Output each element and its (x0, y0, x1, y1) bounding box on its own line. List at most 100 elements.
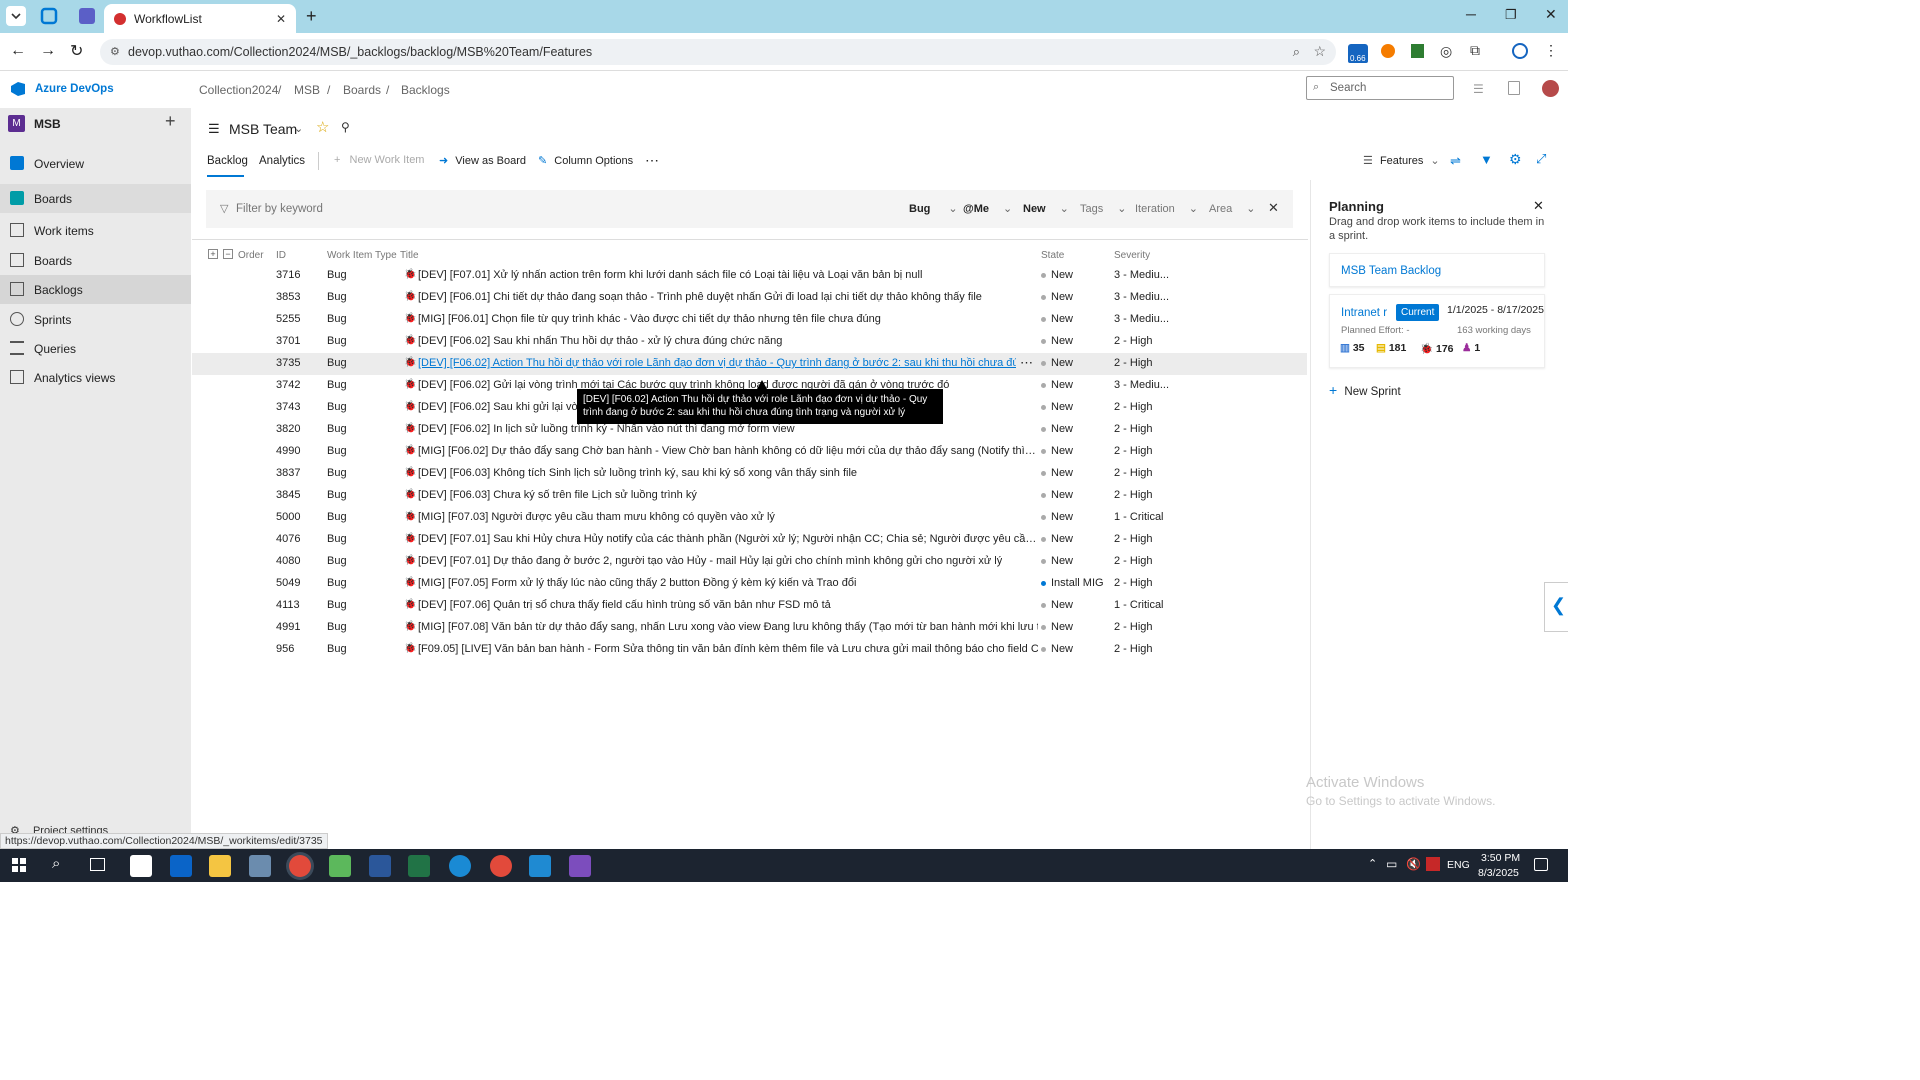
table-row[interactable]: 3845 Bug 🐞 [DEV] [F06.03] Chưa ký số trê… (192, 485, 1307, 507)
row-title[interactable]: [MIG] [F07.03] Người được yêu cầu tham m… (418, 511, 775, 523)
table-row-hovered[interactable]: 3735 Bug 🐞 [DEV] [F06.02] Action Thu hồi… (192, 353, 1307, 375)
nav-sprints[interactable]: Sprints (0, 305, 191, 334)
row-title[interactable]: [MIG] [F06.02] Dự thảo đẩy sang Chờ ban … (418, 445, 1038, 457)
add-icon[interactable]: + (165, 111, 176, 132)
forward-button[interactable]: → (40, 42, 56, 60)
breadcrumb-project[interactable]: MSB (294, 83, 320, 97)
column-header-order[interactable]: Order (238, 250, 264, 261)
filter-keyword-input[interactable] (236, 200, 536, 218)
notepad-app-icon[interactable] (329, 855, 351, 877)
view-options-icon[interactable]: ⇌ (1450, 153, 1461, 169)
column-header-type[interactable]: Work Item Type (327, 250, 397, 261)
chrome-app-icon[interactable] (289, 855, 311, 877)
table-row[interactable]: 4113 Bug 🐞 [DEV] [F07.06] Quản trị sổ ch… (192, 595, 1307, 617)
table-row[interactable]: 4076 Bug 🐞 [DEV] [F07.01] Sau khi Hủy ch… (192, 529, 1307, 551)
table-row[interactable]: 3716 Bug 🐞 [DEV] [F07.01] Xử lý nhấn act… (192, 265, 1307, 287)
bookmark-star-icon[interactable]: ☆ (1313, 43, 1326, 60)
backlog-link[interactable]: MSB Team Backlog (1341, 265, 1441, 277)
column-header-severity[interactable]: Severity (1114, 250, 1150, 261)
azure-devops-logo-icon[interactable] (10, 81, 26, 97)
close-tab-icon[interactable]: ✕ (276, 12, 286, 26)
clock-date[interactable]: 8/3/2025 (1478, 867, 1519, 879)
chrome-app-icon[interactable] (490, 855, 512, 877)
reload-button[interactable]: ↻ (70, 41, 83, 61)
word-app-icon[interactable] (369, 855, 391, 877)
backlog-card[interactable]: MSB Team Backlog (1329, 253, 1545, 287)
column-header-state[interactable]: State (1041, 250, 1064, 261)
zalo-app-icon[interactable] (449, 855, 471, 877)
row-title[interactable]: [F09.05] [LIVE] Văn bản ban hành - Form … (418, 643, 1038, 655)
new-sprint-button[interactable]: + New Sprint (1329, 382, 1401, 398)
search-box[interactable]: ⌕ Search (1306, 76, 1454, 100)
column-header-title[interactable]: Title (400, 250, 419, 261)
nav-queries[interactable]: Queries (0, 334, 191, 363)
breadcrumb-boards[interactable]: Boards (343, 83, 381, 97)
browser-menu-icon[interactable]: ⋮ (1544, 42, 1558, 59)
table-row[interactable]: 3837 Bug 🐞 [DEV] [F06.03] Không tích Sin… (192, 463, 1307, 485)
table-row[interactable]: 5049 Bug 🐞 [MIG] [F07.05] Form xử lý thấ… (192, 573, 1307, 595)
table-row[interactable]: 4990 Bug 🐞 [MIG] [F06.02] Dự thảo đẩy sa… (192, 441, 1307, 463)
pinned-tab-devops[interactable] (40, 7, 58, 25)
tab-workflowlist[interactable]: WorkflowList ✕ (104, 4, 296, 33)
brand-name[interactable]: Azure DevOps (35, 83, 114, 95)
row-title[interactable]: [DEV] [F06.02] Sau khi nhấn Thu hồi dự t… (418, 335, 782, 347)
more-actions-icon[interactable]: ⋯ (645, 152, 659, 169)
address-bar[interactable]: ⚙ devop.vuthao.com/Collection2024/MSB/_b… (100, 39, 1336, 65)
filter-pill-area[interactable]: Area ⌄ (1209, 202, 1255, 215)
nav-backlogs[interactable]: Backlogs (0, 275, 191, 304)
table-row[interactable]: 4080 Bug 🐞 [DEV] [F07.01] Dự thảo đang ở… (192, 551, 1307, 573)
start-windows-icon[interactable] (12, 858, 26, 872)
table-row[interactable]: 3701 Bug 🐞 [DEV] [F06.02] Sau khi nhấn T… (192, 331, 1307, 353)
side-expand-tab[interactable]: ❮ (1544, 582, 1568, 632)
pinned-tab-teams[interactable] (79, 8, 95, 24)
team-members-icon[interactable]: ⚲ (341, 120, 350, 134)
profile-icon[interactable] (1512, 43, 1528, 59)
tab-analytics[interactable]: Analytics (259, 155, 305, 167)
clock-time[interactable]: 3:50 PM (1481, 852, 1520, 864)
close-panel-icon[interactable]: ✕ (1533, 198, 1544, 214)
favorite-star-icon[interactable]: ☆ (316, 118, 329, 136)
backlog-level-picker[interactable]: ☰ Features ⌄ (1363, 154, 1440, 167)
row-title[interactable]: [DEV] [F07.01] Sau khi Hủy chưa Hủy noti… (418, 533, 1038, 545)
tray-overflow-icon[interactable]: ⌃ (1368, 857, 1377, 870)
row-more-actions-icon[interactable]: ⋯ (1020, 355, 1033, 371)
new-work-item-button[interactable]: + New Work Item (334, 154, 424, 166)
row-title[interactable]: [DEV] [F07.01] Dự thảo đang ở bước 2, ng… (418, 555, 1002, 567)
row-title[interactable]: [DEV] [F07.06] Quản trị sổ chưa thấy fie… (418, 599, 831, 611)
row-title[interactable]: [MIG] [F07.05] Form xử lý thấy lúc nào c… (418, 577, 856, 589)
tab-search-button[interactable] (6, 6, 26, 26)
outlook-app-icon[interactable] (170, 855, 192, 877)
marketplace-bag-icon[interactable] (1508, 81, 1520, 95)
row-title[interactable]: [DEV] [F06.02] In lịch sử luồng trình ký… (418, 423, 795, 435)
breadcrumb-collection[interactable]: Collection2024 (199, 83, 278, 97)
filter-icon[interactable]: ▼ (1480, 152, 1493, 167)
nav-work-items[interactable]: Work items (0, 216, 191, 245)
team-name[interactable]: MSB Team (229, 121, 297, 137)
table-row[interactable]: 4991 Bug 🐞 [MIG] [F07.08] Văn bản từ dự … (192, 617, 1307, 639)
network-icon[interactable]: ▭ (1386, 857, 1397, 871)
extension-icon[interactable] (1381, 44, 1395, 58)
notification-icon[interactable] (1534, 858, 1548, 871)
list-settings-icon[interactable]: ☰ (1473, 82, 1484, 96)
nav-overview[interactable]: Overview (0, 149, 191, 178)
minimize-button[interactable]: ─ (1466, 6, 1476, 22)
filter-pill-assigned[interactable]: @Me ⌄ (963, 202, 1012, 215)
tab-backlog[interactable]: Backlog (207, 155, 248, 167)
site-info-icon[interactable]: ⚙ (110, 45, 120, 58)
row-title[interactable]: [DEV] [F06.03] Không tích Sinh lịch sử l… (418, 467, 857, 479)
new-tab-button[interactable]: + (306, 6, 317, 27)
restore-button[interactable]: ❐ (1505, 7, 1517, 23)
nav-boards-sub[interactable]: Boards (0, 246, 191, 275)
row-title-link[interactable]: [DEV] [F06.02] Action Thu hồi dự thảo vớ… (418, 357, 1016, 369)
close-window-button[interactable]: ✕ (1545, 6, 1557, 23)
table-row[interactable]: 5000 Bug 🐞 [MIG] [F07.03] Người được yêu… (192, 507, 1307, 529)
view-as-board-button[interactable]: ➜ View as Board (439, 154, 526, 167)
clear-filter-icon[interactable]: ✕ (1268, 200, 1279, 216)
excel-app-icon[interactable] (408, 855, 430, 877)
row-title[interactable]: [MIG] [F07.08] Văn bản từ dự thảo đẩy sa… (418, 621, 1038, 633)
vivaldi-tray-icon[interactable] (1426, 857, 1440, 871)
table-row[interactable]: 5255 Bug 🐞 [MIG] [F06.01] Chọn file từ q… (192, 309, 1307, 331)
breadcrumb-backlogs[interactable]: Backlogs (401, 83, 450, 97)
volume-muted-icon[interactable]: 🔇 (1406, 857, 1421, 871)
filter-pill-state[interactable]: New ⌄ (1023, 202, 1069, 215)
